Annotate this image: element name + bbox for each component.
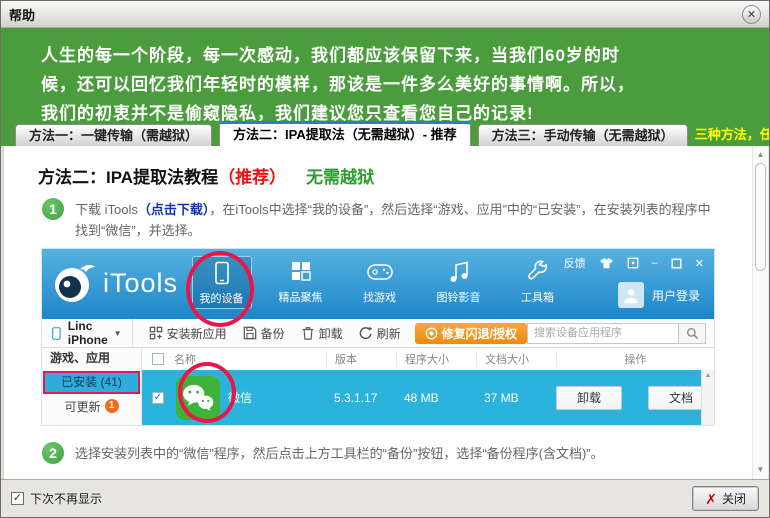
dialog-close-icon[interactable]: ✕ bbox=[742, 5, 761, 24]
itools-window-controls: 反馈 – ✕ bbox=[564, 255, 704, 271]
dont-show-again-checkbox[interactable]: ✓ bbox=[11, 492, 24, 505]
itools-logo-icon bbox=[52, 261, 96, 305]
sidebar-section-title: 游戏、应用 bbox=[42, 348, 141, 369]
method-tabs: 方法一：一键传输（需越狱） 方法二：IPA提取法（无需越狱）- 推荐 方法三：手… bbox=[1, 121, 769, 146]
tray-icon bbox=[627, 257, 639, 269]
gamepad-icon bbox=[366, 260, 394, 286]
table-row-wechat: ✓ bbox=[142, 370, 714, 425]
sidebar-item-installed: 已安装 (41) bbox=[43, 371, 140, 394]
col-doc-size: 文档大小 bbox=[476, 351, 556, 367]
itools-nav-games: 找游戏 bbox=[340, 256, 419, 309]
itools-nav-media: 图铃影音 bbox=[419, 256, 498, 309]
device-phone-icon bbox=[52, 324, 61, 343]
tab-method-3[interactable]: 方法三：手动传输（无需越狱） bbox=[478, 124, 688, 146]
device-app-search bbox=[527, 323, 706, 344]
fix-crash-button: 修复闪退/授权 bbox=[415, 323, 527, 344]
page-title: 方法二：IPA提取法教程（推荐） 无需越狱 bbox=[38, 163, 374, 188]
itools-maximize-icon bbox=[671, 258, 682, 269]
scroll-up-icon[interactable]: ▲ bbox=[753, 150, 768, 159]
dialog-title: 帮助 bbox=[9, 5, 35, 24]
itools-sidebar: 游戏、应用 已安装 (41) 可更新 1 bbox=[42, 348, 142, 425]
col-app-size: 程序大小 bbox=[396, 351, 476, 367]
scrollbar-thumb[interactable] bbox=[755, 163, 766, 271]
skin-icon bbox=[599, 257, 614, 270]
trash-icon bbox=[301, 326, 315, 340]
phone-icon bbox=[210, 261, 234, 287]
install-app-button: 安装新应用 bbox=[149, 325, 227, 342]
refresh-icon bbox=[359, 326, 373, 340]
col-operations: 操作 bbox=[556, 351, 714, 367]
step-2: 2 选择安装列表中的“微信”程序，然后点击上方工具栏的“备份”按钮，选择“备份程… bbox=[42, 442, 712, 464]
itools-user-login: 用户登录 bbox=[618, 282, 700, 308]
uninstall-row-button: 卸载 bbox=[556, 386, 622, 410]
avatar bbox=[618, 282, 644, 308]
update-count-badge: 1 bbox=[105, 399, 119, 413]
heading-recommended-badge: （推荐） bbox=[218, 168, 286, 187]
itools-mini-scrollbar: ▲ bbox=[701, 370, 714, 425]
close-x-icon: ✗ bbox=[705, 492, 717, 506]
app-table: 名称 版本 程序大小 文档大小 操作 ✓ bbox=[142, 348, 714, 425]
tab-method-2[interactable]: 方法二：IPA提取法（无需越狱）- 推荐 bbox=[219, 121, 471, 146]
download-itools-link[interactable]: （点击下载） bbox=[138, 202, 210, 217]
tab-method-1[interactable]: 方法一：一键传输（需越狱） bbox=[15, 124, 212, 146]
app-size: 48 MB bbox=[396, 391, 476, 405]
close-button[interactable]: ✗ 关闭 bbox=[692, 486, 759, 511]
search-input bbox=[527, 323, 679, 344]
wrench-icon bbox=[525, 260, 551, 286]
device-selector: Linc iPhone ▼ bbox=[42, 319, 133, 347]
music-note-icon bbox=[447, 260, 471, 286]
col-name: 名称 bbox=[174, 351, 326, 367]
itools-header: iTools 我的设备 bbox=[42, 249, 714, 319]
step-1-text: 下载 iTools（点击下载），在iTools中选择“我的设备”，然后选择“游戏… bbox=[75, 198, 712, 241]
wechat-app-icon bbox=[176, 376, 220, 420]
user-login-label: 用户登录 bbox=[652, 287, 700, 304]
step-1: 1 下载 iTools（点击下载），在iTools中选择“我的设备”，然后选择“… bbox=[42, 198, 712, 241]
sidebar-item-updatable: 可更新 1 bbox=[42, 394, 141, 418]
dialog-titlebar: 帮助 ✕ bbox=[1, 1, 769, 28]
banner-line-1: 人生的每一个阶段，每一次感动，我们都应该保留下来，当我们60岁的时 bbox=[41, 41, 749, 70]
col-version: 版本 bbox=[326, 351, 396, 367]
itools-logo: iTools bbox=[52, 261, 178, 305]
floppy-icon bbox=[243, 326, 257, 340]
grid-icon bbox=[289, 260, 313, 286]
itools-screenshot: iTools 我的设备 bbox=[42, 249, 714, 425]
uninstall-button: 卸载 bbox=[301, 325, 343, 342]
intro-banner-text: 人生的每一个阶段，每一次感动，我们都应该保留下来，当我们60岁的时 候，还可以回… bbox=[1, 28, 769, 128]
banner-line-2: 候，还可以回忆我们年轻时的模样，那该是一件多么美好的事情啊。所以， bbox=[41, 70, 749, 99]
scroll-down-icon[interactable]: ▼ bbox=[753, 465, 768, 474]
itools-nav-featured: 精品聚焦 bbox=[261, 256, 340, 309]
itools-minimize-icon: – bbox=[652, 257, 658, 269]
app-name: 微信 bbox=[228, 389, 252, 406]
itools-feedback-link: 反馈 bbox=[564, 255, 586, 271]
dialog-footer: ✓ 下次不再显示 ✗ 关闭 bbox=[1, 479, 769, 517]
itools-nav: 我的设备 精品聚焦 bbox=[182, 256, 577, 309]
app-table-header: 名称 版本 程序大小 文档大小 操作 bbox=[142, 348, 714, 370]
chevron-down-icon: ▼ bbox=[114, 329, 122, 338]
tabs-hint-text: 三种方法，任选其一 bbox=[695, 124, 770, 143]
step-2-text: 选择安装列表中的“微信”程序，然后点击上方工具栏的“备份”按钮，选择“备份程序(… bbox=[75, 442, 604, 464]
search-icon bbox=[679, 323, 706, 344]
heading-main: 方法二：IPA提取法教程 bbox=[38, 168, 218, 187]
refresh-button: 刷新 bbox=[359, 325, 401, 342]
backup-button: 备份 bbox=[243, 325, 285, 342]
doc-size: 37 MB bbox=[476, 391, 556, 405]
heading-no-jailbreak-tag: 无需越狱 bbox=[306, 168, 374, 187]
help-dialog: 帮助 ✕ 人生的每一个阶段，每一次感动，我们都应该保留下来，当我们60岁的时 候… bbox=[0, 0, 770, 518]
device-name: Linc iPhone bbox=[68, 319, 114, 347]
step-1-number: 1 bbox=[42, 198, 64, 220]
itools-toolbar: Linc iPhone ▼ 安装新应用 bbox=[42, 319, 714, 348]
tab-content-panel: 方法二：IPA提取法教程（推荐） 无需越狱 1 下载 iTools（点击下载），在… bbox=[2, 146, 768, 479]
step-2-number: 2 bbox=[42, 442, 64, 464]
dont-show-again-label: 下次不再显示 bbox=[30, 490, 102, 507]
fix-target-icon bbox=[425, 327, 438, 340]
itools-close-icon: ✕ bbox=[695, 257, 704, 270]
itools-nav-my-device: 我的设备 bbox=[182, 256, 261, 309]
itools-body: 游戏、应用 已安装 (41) 可更新 1 名称 版本 程序大小 文档大小 操作 bbox=[42, 348, 714, 425]
install-grid-icon bbox=[149, 326, 163, 340]
app-version: 5.3.1.17 bbox=[326, 391, 396, 405]
row-checkbox-checked: ✓ bbox=[152, 392, 164, 404]
itools-logo-text: iTools bbox=[103, 268, 178, 299]
content-scrollbar[interactable]: ▲ ▼ bbox=[752, 146, 768, 479]
select-all-checkbox bbox=[152, 353, 164, 365]
